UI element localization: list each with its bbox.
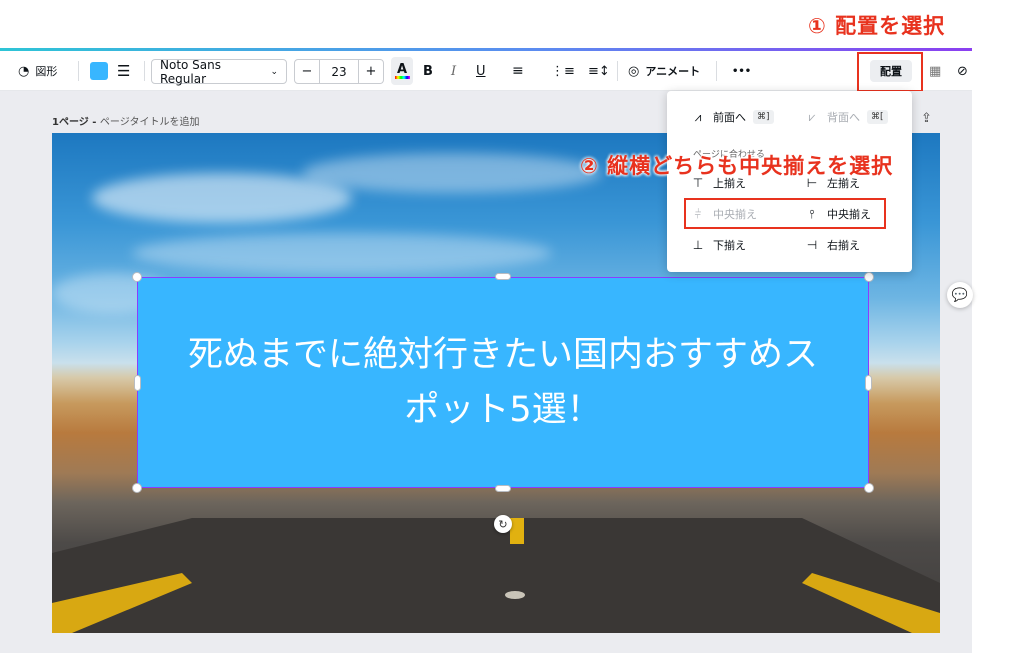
align-bottom-label: 下揃え [713, 239, 746, 252]
chevron-down-icon: ⌄ [270, 66, 278, 77]
link-icon[interactable]: ⊘ [957, 51, 968, 91]
resize-handle-left[interactable] [134, 375, 141, 391]
align-right-label: 右揃え [827, 239, 860, 252]
text-color-button[interactable]: A [391, 57, 413, 85]
italic-button[interactable]: I [451, 51, 456, 91]
rotate-icon[interactable]: ↻ [494, 515, 512, 533]
text-color-icon: A [396, 62, 408, 77]
forward-label: 前面へ [713, 111, 746, 124]
shape-icon: ◔ [18, 63, 30, 79]
font-size-input[interactable]: 23 [319, 60, 359, 83]
list-icon[interactable]: ⋮≡ [551, 51, 575, 91]
more-options-button[interactable]: ••• [732, 51, 751, 91]
forward-shortcut: ⌘] [753, 110, 774, 124]
text-color-rainbow-bar [394, 76, 410, 79]
page-title-row[interactable]: 1ページ - ページタイトルを追加 [52, 113, 200, 128]
callout-step2-highlight [684, 198, 886, 229]
arrange-dropdown-menu: ⩘ 前面へ ⌘] ⩗ 背面へ ⌘[ ページに合わせる ⊤ 上揃え ⊢ 左揃え ⫩… [667, 91, 912, 272]
spacing-icon[interactable]: ≡↕ [588, 51, 610, 91]
menu-item-align-right[interactable]: ⊣ 右揃え [803, 236, 860, 254]
font-family-select[interactable]: Noto Sans Regular ⌄ [151, 57, 287, 86]
resize-handle-bottom-left[interactable] [132, 483, 142, 493]
page-title-placeholder: ページタイトルを追加 [99, 117, 200, 128]
editor-toolbar: ◔ 図形 ☰ Noto Sans Regular ⌄ − 23 + A B I … [0, 51, 972, 91]
resize-handle-top-right[interactable] [864, 272, 874, 282]
font-name: Noto Sans Regular [160, 57, 222, 86]
resize-handle-right[interactable] [865, 375, 872, 391]
backward-shortcut: ⌘[ [867, 110, 888, 124]
menu-item-align-bottom[interactable]: ⊥ 下揃え [689, 236, 746, 254]
cloud [302, 153, 602, 193]
menu-item-backward[interactable]: ⩗ 背面へ [803, 108, 860, 126]
text-align-icon[interactable]: ≡ [512, 51, 524, 91]
callout-step2: ② 縦横どちらも中央揃えを選択 [580, 154, 894, 178]
add-comment-icon[interactable]: 💬 [947, 282, 973, 308]
resize-handle-top-left[interactable] [132, 272, 142, 282]
headline-text[interactable]: 死ぬまでに絶対行きたい国内おすすめスポット5選！ [173, 328, 833, 438]
shape-label: 図形 [35, 65, 58, 78]
animate-label: アニメート [645, 65, 701, 78]
page-separator: - [88, 117, 100, 128]
send-backward-icon: ⩗ [808, 109, 816, 124]
menu-item-forward[interactable]: ⩘ 前面へ [689, 108, 746, 126]
underline-button[interactable]: U [476, 51, 486, 91]
align-bottom-icon: ⊥ [692, 238, 704, 252]
resize-handle-bottom-right[interactable] [864, 483, 874, 493]
callout-step1-highlight [857, 52, 923, 92]
animate-icon: ◎ [628, 63, 640, 79]
transparency-icon[interactable]: ▦ [929, 51, 941, 91]
cloud [132, 233, 552, 273]
font-size-stepper: − 23 + [294, 59, 384, 84]
border-style-button[interactable]: ☰ [117, 51, 130, 91]
callout-step1: ① 配置を選択 [808, 14, 946, 38]
selected-text-box[interactable]: 死ぬまでに絶対行きたい国内おすすめスポット5選！ [137, 277, 869, 488]
add-page-icon[interactable]: ⇪ [921, 111, 937, 127]
resize-handle-bottom[interactable] [495, 485, 511, 492]
shape-button[interactable]: ◔ 図形 [18, 51, 57, 91]
fill-color-swatch[interactable] [90, 62, 108, 80]
border-lines-icon: ☰ [117, 62, 131, 80]
page-number: 1ページ [52, 117, 89, 128]
bring-forward-icon: ⩘ [694, 109, 702, 124]
animate-button[interactable]: ◎ アニメート [628, 51, 700, 91]
resize-handle-top[interactable] [495, 273, 511, 280]
decrease-size-button[interactable]: − [295, 64, 319, 79]
align-right-icon: ⊣ [806, 238, 818, 252]
backward-label: 背面へ [827, 111, 860, 124]
increase-size-button[interactable]: + [359, 64, 383, 79]
bold-button[interactable]: B [423, 51, 433, 91]
